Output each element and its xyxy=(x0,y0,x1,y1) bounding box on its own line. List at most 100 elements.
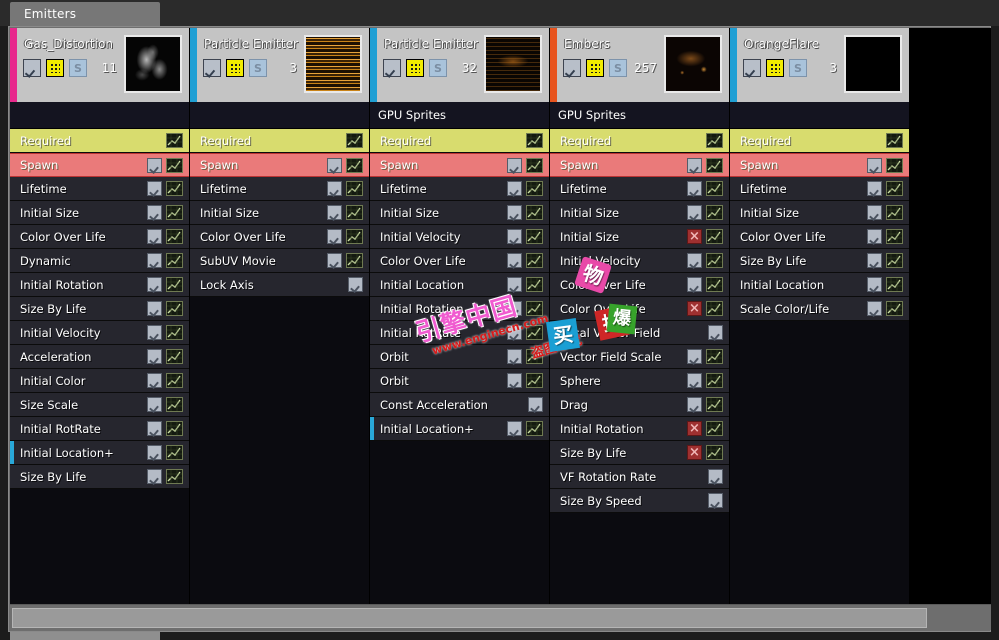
curve-editor-icon[interactable] xyxy=(886,301,903,316)
module-row[interactable]: Size By Life xyxy=(730,249,909,273)
module-row[interactable]: Lifetime xyxy=(370,177,549,201)
curve-editor-icon[interactable] xyxy=(166,205,183,220)
module-row[interactable]: Initial Velocity xyxy=(550,249,729,273)
module-row[interactable]: Initial Size xyxy=(550,201,729,225)
module-row[interactable]: Initial Size xyxy=(370,201,549,225)
module-row[interactable]: Color Over Life xyxy=(10,225,189,249)
module-row[interactable]: Vector Field Scale xyxy=(550,345,729,369)
curve-editor-icon[interactable] xyxy=(526,205,543,220)
module-row[interactable]: Initial Rotation xyxy=(550,417,729,441)
module-enabled-checkbox[interactable] xyxy=(708,493,723,508)
render-icon[interactable] xyxy=(46,59,64,77)
module-disabled-checkbox[interactable] xyxy=(687,445,702,460)
curve-editor-icon[interactable] xyxy=(706,397,723,412)
module-list-empty-area[interactable] xyxy=(190,297,370,606)
curve-editor-icon[interactable] xyxy=(706,445,723,460)
emitter-enable-checkbox[interactable] xyxy=(23,59,41,77)
module-row[interactable]: Scale Color/Life xyxy=(730,297,909,321)
curve-editor-icon[interactable] xyxy=(706,157,723,173)
module-row[interactable]: Spawn xyxy=(370,153,549,177)
module-enabled-checkbox[interactable] xyxy=(528,397,543,412)
module-row[interactable]: Initial Location xyxy=(370,273,549,297)
module-enabled-checkbox[interactable] xyxy=(687,181,702,196)
module-row[interactable]: Orbit xyxy=(370,369,549,393)
module-row[interactable]: Size By Life xyxy=(10,297,189,321)
curve-editor-icon[interactable] xyxy=(526,349,543,364)
empty-emitter-slot-area[interactable] xyxy=(910,28,991,606)
module-row[interactable]: Initial Location+ xyxy=(10,441,189,465)
curve-editor-icon[interactable] xyxy=(166,301,183,316)
curve-editor-icon[interactable] xyxy=(526,181,543,196)
module-row[interactable]: Spawn xyxy=(10,153,189,177)
module-enabled-checkbox[interactable] xyxy=(147,301,162,316)
module-row[interactable]: Drag xyxy=(550,393,729,417)
curve-editor-icon[interactable] xyxy=(886,229,903,244)
curve-editor-icon[interactable] xyxy=(706,181,723,196)
curve-editor-icon[interactable] xyxy=(166,421,183,436)
emitter-solo-button[interactable]: S xyxy=(249,59,267,77)
module-row[interactable]: Spawn xyxy=(190,153,369,177)
module-enabled-checkbox[interactable] xyxy=(507,421,522,436)
module-row[interactable]: Initial Rotation xyxy=(370,297,549,321)
module-enabled-checkbox[interactable] xyxy=(867,181,882,196)
emitter-header[interactable]: Gas_Distortion S 11 xyxy=(10,28,190,102)
curve-editor-icon[interactable] xyxy=(526,325,543,340)
curve-editor-icon[interactable] xyxy=(706,253,723,268)
horizontal-scrollbar[interactable] xyxy=(10,604,991,630)
curve-editor-icon[interactable] xyxy=(886,205,903,220)
curve-editor-icon[interactable] xyxy=(166,157,183,173)
module-enabled-checkbox[interactable] xyxy=(147,229,162,244)
emitter-header[interactable]: OrangeFlare S 3 xyxy=(730,28,910,102)
module-enabled-checkbox[interactable] xyxy=(147,349,162,364)
module-list-empty-area[interactable] xyxy=(730,321,910,606)
module-row[interactable]: Initial Color xyxy=(10,369,189,393)
module-row[interactable]: Initial Location+ xyxy=(370,417,549,441)
scrollbar-thumb[interactable] xyxy=(12,608,927,628)
module-row[interactable]: Size By Speed xyxy=(550,489,729,513)
curve-editor-icon[interactable] xyxy=(706,133,723,148)
emitter-header[interactable]: Particle Emitter S 32 xyxy=(370,28,550,102)
module-disabled-checkbox[interactable] xyxy=(687,301,702,316)
render-icon[interactable] xyxy=(226,59,244,77)
module-enabled-checkbox[interactable] xyxy=(507,349,522,364)
emitter-enable-checkbox[interactable] xyxy=(203,59,221,77)
emitter-solo-button[interactable]: S xyxy=(609,59,627,77)
tab-emitters[interactable]: Emitters xyxy=(10,2,160,26)
module-row[interactable]: Initial Size xyxy=(550,225,729,249)
module-enabled-checkbox[interactable] xyxy=(147,205,162,220)
emitter-solo-button[interactable]: S xyxy=(429,59,447,77)
module-row[interactable]: Initial Rotation xyxy=(10,273,189,297)
emitter-thumbnail[interactable] xyxy=(664,35,722,93)
curve-editor-icon[interactable] xyxy=(166,445,183,460)
curve-editor-icon[interactable] xyxy=(526,277,543,292)
module-enabled-checkbox[interactable] xyxy=(147,277,162,292)
curve-editor-icon[interactable] xyxy=(526,253,543,268)
curve-editor-icon[interactable] xyxy=(706,229,723,244)
module-row[interactable]: Lifetime xyxy=(10,177,189,201)
curve-editor-icon[interactable] xyxy=(886,253,903,268)
curve-editor-icon[interactable] xyxy=(526,373,543,388)
module-enabled-checkbox[interactable] xyxy=(327,181,342,196)
module-row[interactable]: Spawn xyxy=(550,153,729,177)
module-row[interactable]: Spawn xyxy=(730,153,909,177)
module-row[interactable]: Lifetime xyxy=(730,177,909,201)
curve-editor-icon[interactable] xyxy=(346,157,363,173)
module-row[interactable]: Color Over Life xyxy=(190,225,369,249)
emitter-thumbnail[interactable] xyxy=(304,35,362,93)
curve-editor-icon[interactable] xyxy=(166,253,183,268)
curve-editor-icon[interactable] xyxy=(346,253,363,268)
module-row[interactable]: Size By Life xyxy=(550,441,729,465)
module-row[interactable]: SubUV Movie xyxy=(190,249,369,273)
module-row[interactable]: Local Vector Field xyxy=(550,321,729,345)
emitter-solo-button[interactable]: S xyxy=(69,59,87,77)
curve-editor-icon[interactable] xyxy=(526,229,543,244)
module-enabled-checkbox[interactable] xyxy=(147,469,162,484)
module-row[interactable]: Size Scale xyxy=(10,393,189,417)
module-row[interactable]: Required xyxy=(190,129,369,153)
module-enabled-checkbox[interactable] xyxy=(147,373,162,388)
module-enabled-checkbox[interactable] xyxy=(867,229,882,244)
module-enabled-checkbox[interactable] xyxy=(867,253,882,268)
curve-editor-icon[interactable] xyxy=(166,277,183,292)
module-enabled-checkbox[interactable] xyxy=(348,277,363,292)
curve-editor-icon[interactable] xyxy=(166,181,183,196)
